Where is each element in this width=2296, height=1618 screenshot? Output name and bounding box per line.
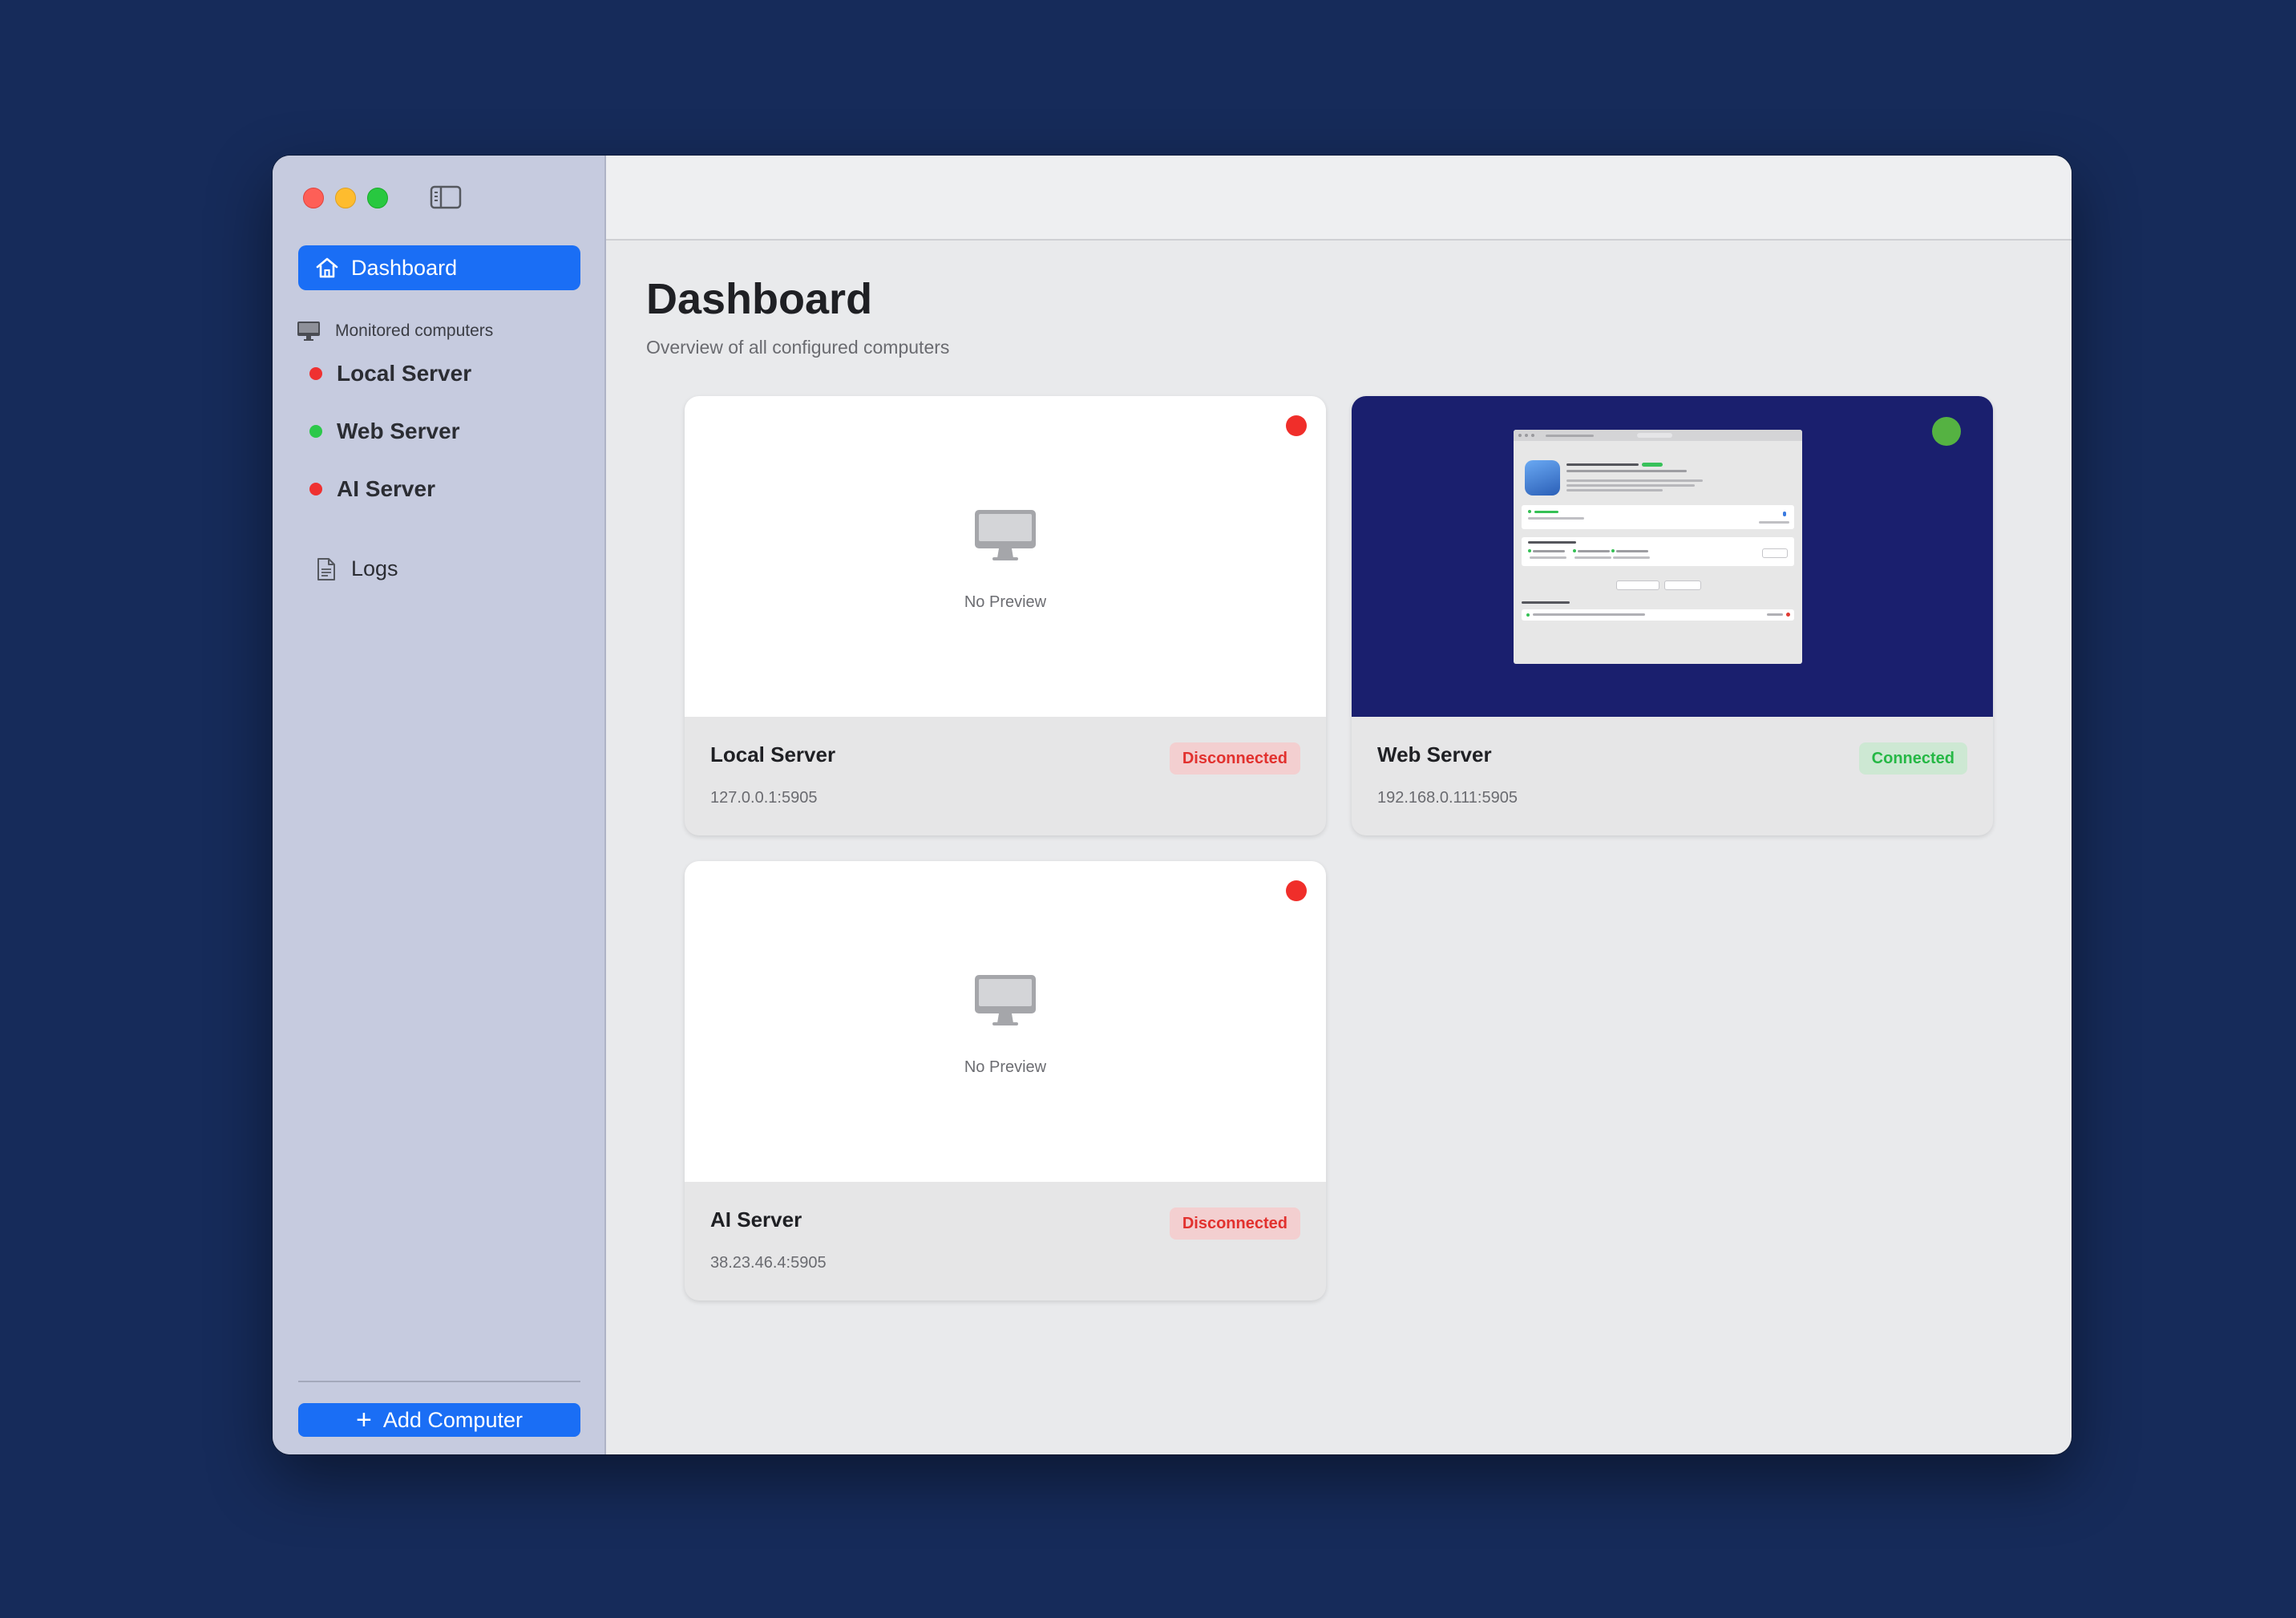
minimize-window-button[interactable] [335, 188, 356, 208]
section-title: Monitored computers [335, 322, 494, 340]
sidebar-item-dashboard[interactable]: Dashboard [298, 245, 580, 290]
no-preview-text: No Preview [964, 1058, 1047, 1076]
sidebar-item-local-server[interactable]: Local Server [309, 361, 471, 386]
main-content: Dashboard Overview of all configured com… [606, 241, 2072, 1454]
sidebar-item-ai-server[interactable]: AI Server [309, 476, 435, 502]
sidebar-item-logs[interactable]: Logs [316, 556, 398, 581]
add-computer-button[interactable]: + Add Computer [298, 1403, 580, 1437]
status-dot [1286, 415, 1307, 436]
toolbar [606, 156, 2072, 241]
preview-area: No Preview [685, 861, 1326, 1182]
monitor-icon [975, 975, 1036, 1025]
plus-icon: + [356, 1405, 372, 1435]
status-dot [309, 425, 322, 438]
status-badge: Disconnected [1169, 742, 1300, 775]
status-dot [1286, 880, 1307, 901]
sidebar-item-label: Logs [351, 556, 398, 580]
card-address: 38.23.46.4:5905 [710, 1254, 827, 1272]
monitor-icon [297, 322, 320, 341]
sidebar-item-label: AI Server [337, 476, 435, 501]
monitor-icon [975, 510, 1036, 560]
sidebar-item-web-server[interactable]: Web Server [309, 419, 460, 444]
sidebar-toggle-icon[interactable] [430, 184, 462, 210]
divider [298, 1381, 580, 1382]
card-title: Web Server [1377, 742, 1492, 767]
preview-area [1352, 396, 1993, 717]
status-dot [309, 367, 322, 380]
status-dot [1932, 417, 1961, 446]
status-badge: Connected [1858, 742, 1967, 775]
status-badge: Disconnected [1169, 1207, 1300, 1240]
document-icon [317, 557, 335, 580]
section-header-monitored: Monitored computers [297, 321, 493, 342]
sidebar-item-label: Local Server [337, 361, 472, 386]
computer-card-web-server[interactable]: Web Server Connected 192.168.0.111:5905 [1352, 396, 1993, 835]
sidebar: Dashboard Monitored computers Local Serv… [273, 156, 606, 1454]
card-title: Local Server [710, 742, 836, 767]
preview-area: No Preview [685, 396, 1326, 717]
no-preview-text: No Preview [964, 593, 1047, 611]
house-icon [316, 257, 338, 278]
computer-card-ai-server[interactable]: No Preview AI Server Disconnected 38.23.… [685, 861, 1326, 1300]
remote-screen-thumbnail [1514, 430, 1802, 664]
computer-card-local-server[interactable]: No Preview Local Server Disconnected 127… [685, 396, 1326, 835]
card-address: 192.168.0.111:5905 [1377, 789, 1518, 807]
card-title: AI Server [710, 1207, 802, 1232]
sidebar-item-label: Web Server [337, 419, 460, 443]
page-title: Dashboard [646, 275, 873, 323]
add-computer-label: Add Computer [382, 1407, 523, 1432]
card-address: 127.0.0.1:5905 [710, 789, 818, 807]
app-window: Dashboard Monitored computers Local Serv… [273, 156, 2072, 1454]
window-controls [303, 188, 388, 208]
page-subtitle: Overview of all configured computers [646, 337, 950, 358]
status-dot [309, 483, 322, 496]
close-window-button[interactable] [303, 188, 324, 208]
sidebar-item-label: Dashboard [351, 255, 458, 280]
zoom-window-button[interactable] [367, 188, 388, 208]
